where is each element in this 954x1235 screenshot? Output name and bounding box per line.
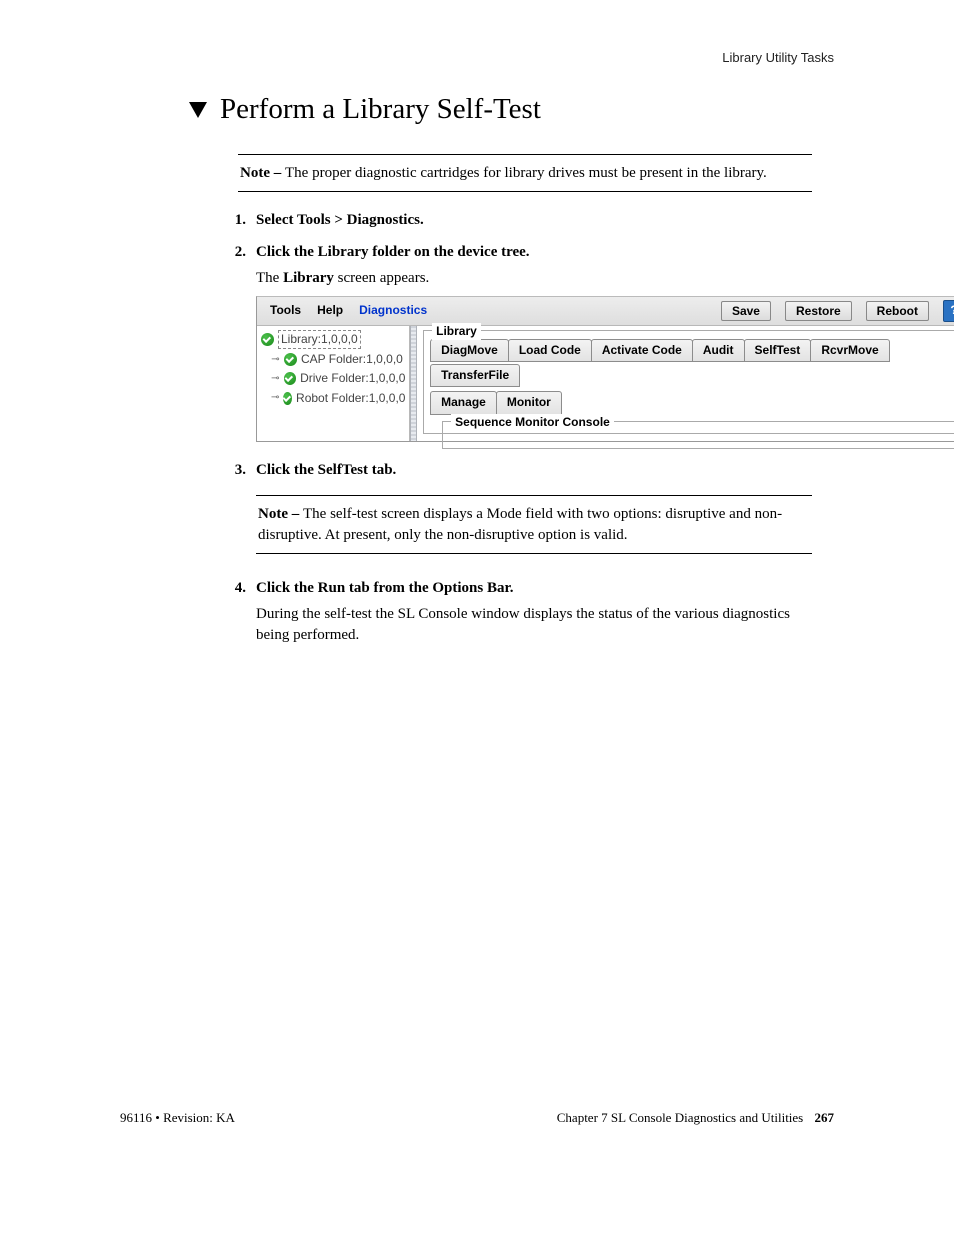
library-panel: Library DiagMove Load Code Activate Code… — [417, 326, 954, 441]
device-tree[interactable]: Library:1,0,0,0 ⊸ CAP Folder:1,0,0,0 ⊸ D… — [257, 326, 410, 441]
step-1: Select Tools > Diagnostics. — [256, 212, 424, 228]
page-number: 267 — [815, 1110, 835, 1125]
note-block-1: Note – The proper diagnostic cartridges … — [238, 154, 812, 192]
tab-monitor[interactable]: Monitor — [496, 391, 562, 414]
text: The — [256, 270, 283, 286]
menu-tools[interactable]: Tools — [262, 300, 309, 321]
tab-selftest[interactable]: SelfTest — [744, 339, 812, 362]
step-num: 1. — [228, 210, 246, 232]
step-3: Click the SelfTest tab. — [256, 462, 396, 478]
steps-list: 1. Select Tools > Diagnostics. 2. Click … — [120, 210, 812, 647]
reboot-button[interactable]: Reboot — [866, 301, 929, 321]
help-icon[interactable]: ? — [943, 300, 954, 322]
app-screenshot: Tools Help Diagnostics Save Restore Rebo… — [256, 296, 954, 442]
tree-label: Drive Folder:1,0,0,0 — [300, 370, 405, 387]
note-label: Note – — [240, 165, 285, 181]
footer-left: 96116 • Revision: KA — [120, 1110, 235, 1126]
inner-legend: Sequence Monitor Console — [451, 414, 614, 431]
sequence-monitor-console: Sequence Monitor Console — [442, 421, 954, 449]
tree-node-drive[interactable]: ⊸ Drive Folder:1,0,0,0 — [269, 369, 407, 388]
check-icon — [283, 392, 292, 405]
tab-activatecode[interactable]: Activate Code — [591, 339, 693, 362]
title-text: Perform a Library Self-Test — [220, 93, 541, 126]
text-bold: Library — [283, 270, 334, 286]
running-head: Library Utility Tasks — [120, 50, 834, 65]
tab-manage[interactable]: Manage — [430, 391, 497, 414]
note-label: Note – — [258, 506, 303, 522]
tree-label: Library:1,0,0,0 — [278, 330, 361, 349]
tree-node-library[interactable]: Library:1,0,0,0 — [259, 329, 407, 350]
menu-help[interactable]: Help — [309, 300, 351, 321]
check-icon — [284, 372, 296, 385]
text: screen appears. — [334, 270, 429, 286]
step-num: 4. — [228, 578, 246, 647]
triangle-down-icon — [188, 101, 208, 119]
expand-icon[interactable]: ⊸ — [271, 394, 279, 403]
menu-diagnostics[interactable]: Diagnostics — [351, 300, 435, 321]
tree-label: CAP Folder:1,0,0,0 — [301, 351, 403, 368]
tab-loadcode[interactable]: Load Code — [508, 339, 592, 362]
tree-node-robot[interactable]: ⊸ Robot Folder:1,0,0,0 — [269, 389, 407, 408]
tab-audit[interactable]: Audit — [692, 339, 745, 362]
step-2: Click the Library folder on the device t… — [256, 244, 530, 260]
step-num: 2. — [228, 242, 246, 450]
tree-node-cap[interactable]: ⊸ CAP Folder:1,0,0,0 — [269, 350, 407, 369]
tab-rcvrmove[interactable]: RcvrMove — [810, 339, 889, 362]
tab-bar: DiagMove Load Code Activate Code Audit S… — [424, 331, 954, 417]
check-icon — [261, 333, 274, 346]
step-num: 3. — [228, 460, 246, 568]
note-1-text: The proper diagnostic cartridges for lib… — [285, 165, 767, 181]
panel-legend: Library — [432, 323, 481, 340]
section-title: Perform a Library Self-Test — [188, 93, 834, 126]
tab-transferfile[interactable]: TransferFile — [430, 364, 520, 387]
page-footer: 96116 • Revision: KA Chapter 7 SL Consol… — [120, 1110, 834, 1126]
save-button[interactable]: Save — [721, 301, 771, 321]
note-2-text: The self-test screen displays a Mode fie… — [258, 506, 782, 542]
step-2-followup: The Library screen appears. — [256, 268, 954, 290]
expand-icon[interactable]: ⊸ — [271, 374, 280, 383]
tab-diagmove[interactable]: DiagMove — [430, 339, 509, 362]
check-icon — [284, 353, 297, 366]
menubar: Tools Help Diagnostics Save Restore Rebo… — [257, 297, 954, 326]
tree-label: Robot Folder:1,0,0,0 — [296, 390, 405, 407]
step-4-followup: During the self-test the SL Console wind… — [256, 604, 812, 648]
footer-chapter: Chapter 7 SL Console Diagnostics and Uti… — [557, 1110, 804, 1125]
restore-button[interactable]: Restore — [785, 301, 852, 321]
step-4: Click the Run tab from the Options Bar. — [256, 580, 514, 596]
splitter[interactable] — [410, 326, 417, 441]
expand-icon[interactable]: ⊸ — [271, 355, 280, 364]
